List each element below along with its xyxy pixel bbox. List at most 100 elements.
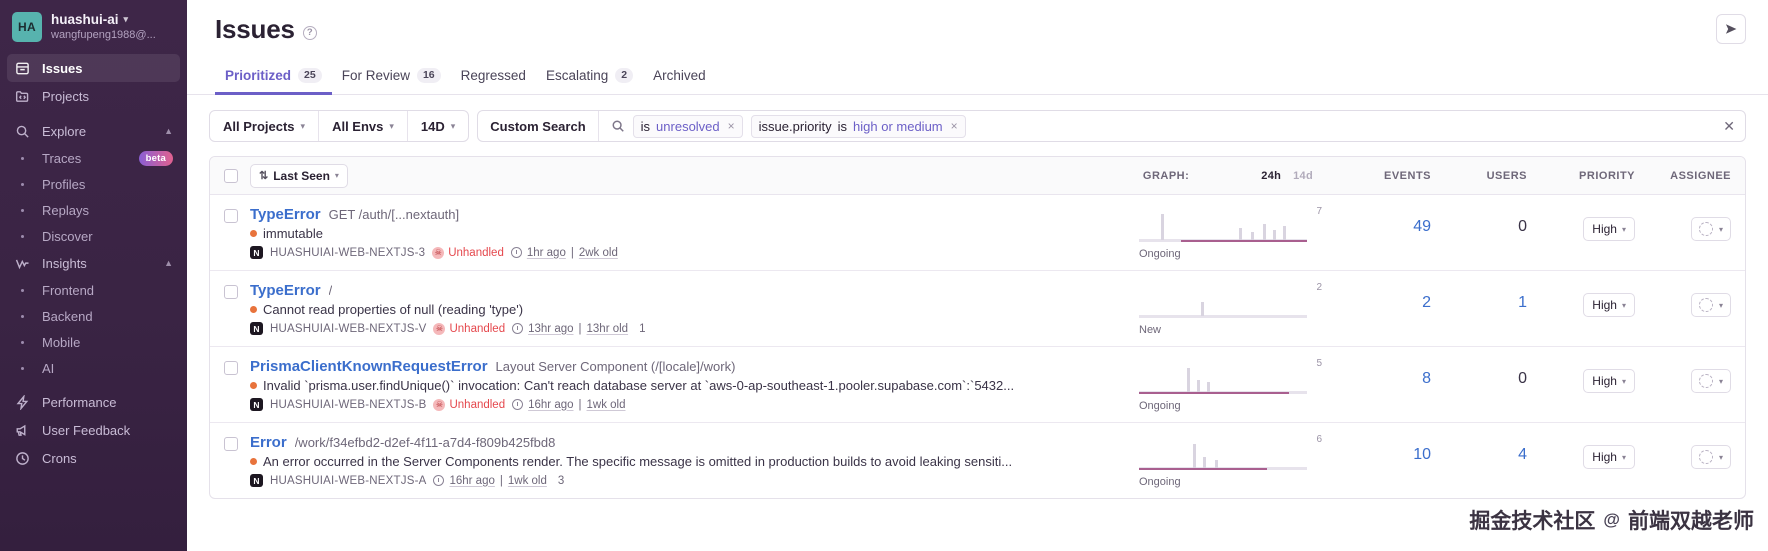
table-row[interactable]: TypeError GET /auth/[...nextauth] immuta… [210, 195, 1745, 271]
filter-segmented-group: All Projects ▾ All Envs ▾ 14D ▾ [209, 110, 469, 142]
environment-filter[interactable]: All Envs ▾ [319, 111, 408, 141]
sidebar-item-ai[interactable]: AI [7, 355, 180, 381]
sparkline-svg [1139, 208, 1309, 242]
sidebar-item-label: Issues [42, 61, 82, 76]
project-name[interactable]: HUASHUIAI-WEB-NEXTJS-V [270, 323, 426, 335]
sidebar-group-explore[interactable]: Explore ▲ [7, 117, 180, 145]
users-count-cell[interactable]: 0 [1431, 206, 1527, 236]
sidebar-item-crons[interactable]: Crons [7, 444, 180, 472]
users-header[interactable]: USERS [1431, 170, 1527, 182]
issue-title[interactable]: TypeError [250, 282, 321, 299]
org-switcher[interactable]: HA huashui-ai ▾ wangfupeng1988@... [0, 10, 187, 54]
datetime-filter-label: 14D [421, 119, 445, 134]
priority-dropdown[interactable]: High ▾ [1583, 369, 1635, 393]
sidebar-item-discover[interactable]: Discover [7, 223, 180, 249]
sidebar-item-backend[interactable]: Backend [7, 303, 180, 329]
events-header[interactable]: EVENTS [1319, 170, 1431, 182]
chevron-down-icon: ▾ [1622, 377, 1626, 386]
sort-dropdown[interactable]: ⇅ Last Seen ▾ [250, 164, 348, 188]
users-count-cell[interactable]: 4 [1431, 434, 1527, 464]
graph-max-value: 2 [1316, 282, 1322, 293]
tab-archived[interactable]: Archived [643, 61, 716, 95]
datetime-filter[interactable]: 14D ▾ [408, 111, 468, 141]
replay-count[interactable]: 3 [554, 475, 564, 487]
org-name[interactable]: huashui-ai ▾ [51, 12, 156, 27]
close-icon[interactable]: × [951, 119, 958, 133]
tab-label: For Review [342, 68, 410, 83]
priority-dropdown[interactable]: High ▾ [1583, 217, 1635, 241]
issue-message: An error occurred in the Server Componen… [263, 454, 1012, 469]
row-checkbox[interactable] [224, 285, 238, 299]
bullet-icon [14, 235, 31, 238]
row-checkbox[interactable] [224, 361, 238, 375]
skull-icon: ☠ [432, 247, 444, 259]
tab-for-review[interactable]: For Review 16 [332, 61, 451, 95]
assignee-dropdown[interactable]: ▾ [1691, 445, 1731, 469]
unhandled-badge: ☠ Unhandled [433, 399, 505, 411]
close-icon[interactable]: × [728, 119, 735, 133]
tab-prioritized[interactable]: Prioritized 25 [215, 61, 332, 95]
users-count-cell[interactable]: 0 [1431, 358, 1527, 388]
sparkline: 5 [1139, 360, 1309, 394]
assignee-dropdown[interactable]: ▾ [1691, 369, 1731, 393]
chevron-down-icon: ▾ [451, 121, 456, 132]
sidebar-item-replays[interactable]: Replays [7, 197, 180, 223]
sidebar-item-performance[interactable]: Performance [7, 388, 180, 416]
issue-title[interactable]: PrismaClientKnownRequestError [250, 358, 488, 375]
graph-range-24h[interactable]: 24h [1255, 170, 1287, 182]
bullet-icon [14, 183, 31, 186]
events-count-cell[interactable]: 10 [1319, 434, 1431, 464]
close-icon[interactable]: ✕ [1715, 118, 1735, 135]
issue-title[interactable]: TypeError [250, 206, 321, 223]
issue-message: immutable [263, 226, 323, 241]
custom-search-button[interactable]: Custom Search [478, 111, 598, 141]
last-seen: 16hr ago [449, 475, 494, 487]
project-name[interactable]: HUASHUIAI-WEB-NEXTJS-A [270, 475, 426, 487]
users-count: 1 [1518, 294, 1527, 311]
graph-range-14d[interactable]: 14d [1287, 170, 1319, 182]
priority-dropdown[interactable]: High ▾ [1583, 293, 1635, 317]
assignee-dropdown[interactable]: ▾ [1691, 217, 1731, 241]
events-count-cell[interactable]: 49 [1319, 206, 1431, 236]
sidebar-item-traces[interactable]: Traces beta [7, 145, 180, 171]
environment-filter-label: All Envs [332, 119, 383, 134]
table-row[interactable]: Error /work/f34efbd2-d2ef-4f11-a7d4-f809… [210, 423, 1745, 498]
sidebar-item-user-feedback[interactable]: User Feedback [7, 416, 180, 444]
search-token-is-unresolved[interactable]: is unresolved × [633, 115, 743, 138]
tab-escalating[interactable]: Escalating 2 [536, 61, 643, 95]
project-badge-icon: N [250, 398, 263, 411]
question-circle-icon[interactable]: ? [303, 26, 317, 40]
assignee-cell: ▾ [1635, 282, 1731, 317]
priority-cell: High ▾ [1527, 434, 1635, 469]
assignee-dropdown[interactable]: ▾ [1691, 293, 1731, 317]
sidebar-group-insights[interactable]: Insights ▲ [7, 249, 180, 277]
share-icon[interactable] [1716, 14, 1746, 44]
users-count-cell[interactable]: 1 [1431, 282, 1527, 312]
events-count-cell[interactable]: 8 [1319, 358, 1431, 388]
table-row[interactable]: TypeError / Cannot read properties of nu… [210, 271, 1745, 347]
sidebar-item-projects[interactable]: Projects [7, 82, 180, 110]
sidebar-item-profiles[interactable]: Profiles [7, 171, 180, 197]
search-bar[interactable]: Custom Search is unresolved × issue.prio… [477, 110, 1746, 142]
sidebar-item-frontend[interactable]: Frontend [7, 277, 180, 303]
issue-title[interactable]: Error [250, 434, 287, 451]
priority-dropdown[interactable]: High ▾ [1583, 445, 1635, 469]
search-token-issue-priority[interactable]: issue.priority is high or medium × [751, 115, 966, 138]
tab-regressed[interactable]: Regressed [451, 61, 536, 95]
table-row[interactable]: PrismaClientKnownRequestError Layout Ser… [210, 347, 1745, 423]
issue-time: 13hr ago | 13hr old [512, 323, 628, 335]
sidebar-item-mobile[interactable]: Mobile [7, 329, 180, 355]
row-checkbox[interactable] [224, 209, 238, 223]
sidebar-item-issues[interactable]: Issues [7, 54, 180, 82]
bullet-icon [14, 157, 31, 160]
assignee-cell: ▾ [1635, 206, 1731, 241]
row-checkbox[interactable] [224, 437, 238, 451]
project-name[interactable]: HUASHUIAI-WEB-NEXTJS-B [270, 399, 426, 411]
project-filter[interactable]: All Projects ▾ [210, 111, 319, 141]
issue-status: Ongoing [1139, 476, 1319, 488]
replay-count[interactable]: 1 [635, 323, 645, 335]
project-name[interactable]: HUASHUIAI-WEB-NEXTJS-3 [270, 247, 425, 259]
priority-label: High [1592, 298, 1617, 312]
events-count-cell[interactable]: 2 [1319, 282, 1431, 312]
select-all-checkbox[interactable] [224, 169, 238, 183]
